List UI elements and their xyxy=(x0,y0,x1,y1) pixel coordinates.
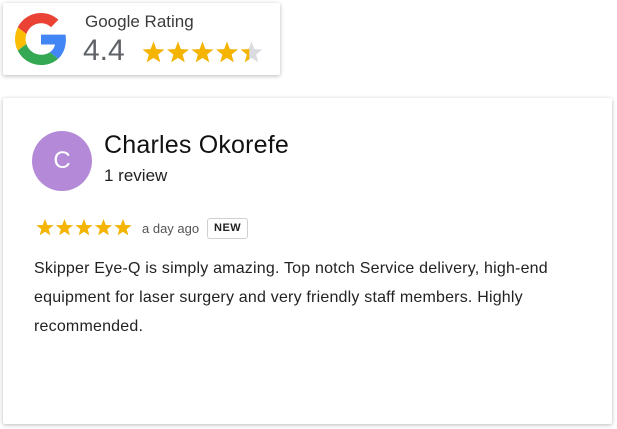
star-icon xyxy=(114,219,132,236)
reviewer-name[interactable]: Charles Okorefe xyxy=(104,131,289,160)
star-icon xyxy=(36,219,54,236)
new-badge: NEW xyxy=(207,218,249,239)
star-icon xyxy=(167,41,189,63)
rating-stars xyxy=(142,41,263,63)
review-time: a day ago xyxy=(142,221,200,236)
google-rating-badge: Google Rating 4.4 xyxy=(3,3,280,75)
google-g-icon xyxy=(15,13,66,65)
star-icon xyxy=(142,41,165,63)
review-count: 1 review xyxy=(104,166,168,185)
review-text: Skipper Eye-Q is simply amazing. Top not… xyxy=(34,260,548,335)
star-icon xyxy=(216,41,238,63)
avatar[interactable]: C xyxy=(32,131,92,191)
star-icon xyxy=(55,219,74,236)
star-icon xyxy=(191,41,214,63)
star-icon xyxy=(240,41,263,63)
star-icon xyxy=(94,219,113,236)
rating-title: Google Rating xyxy=(85,12,194,31)
review-card: C Charles Okorefe 1 review a day ago NEW… xyxy=(3,98,612,424)
star-icon xyxy=(75,219,93,236)
review-stars xyxy=(36,219,132,236)
rating-score: 4.4 xyxy=(83,34,125,67)
